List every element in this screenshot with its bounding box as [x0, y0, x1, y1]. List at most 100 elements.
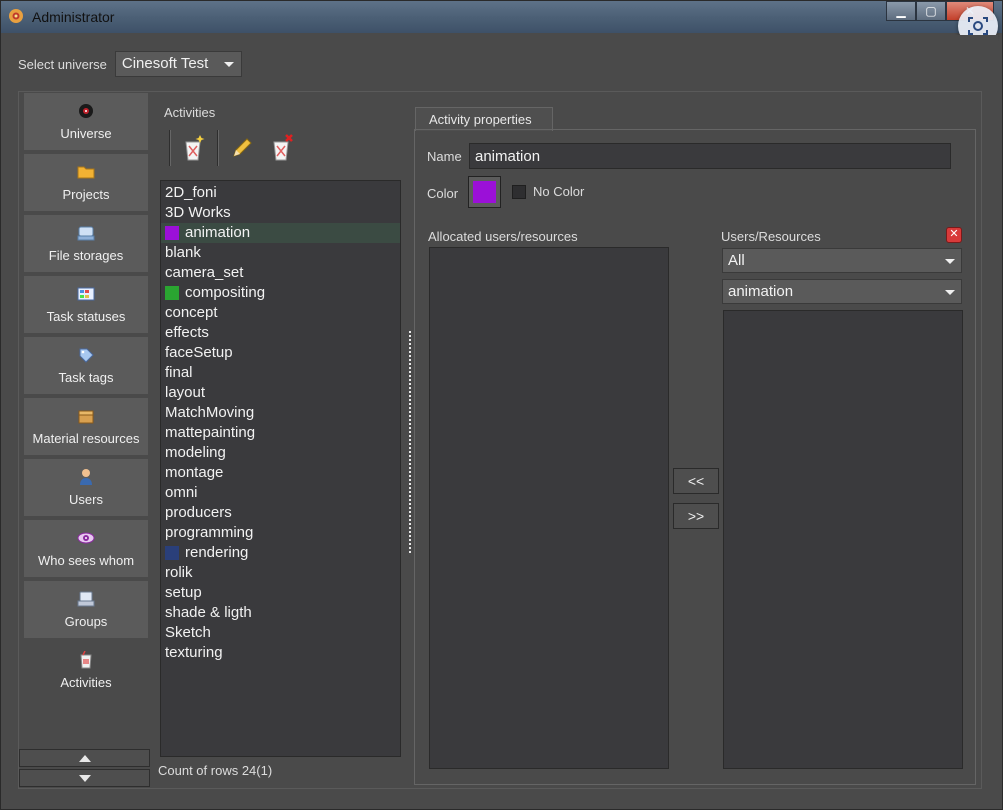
universe-select[interactable]: Cinesoft Test: [114, 51, 242, 77]
allocated-label: Allocated users/resources: [428, 229, 578, 244]
client-area: Select universe Cinesoft Test Universe P…: [5, 35, 998, 805]
sidebar-item-task-statuses[interactable]: Task statuses: [24, 276, 148, 337]
list-item-label: MatchMoving: [165, 404, 255, 421]
sidebar-item-activities[interactable]: Activities: [24, 642, 148, 703]
chevron-down-icon: [945, 290, 955, 295]
sidebar-item-material-resources[interactable]: Material resources: [24, 398, 148, 459]
list-item-label: compositing: [185, 284, 266, 301]
users-filter-select[interactable]: All: [722, 248, 962, 273]
activities-list[interactable]: 2D_foni 3D Works animation blank camera_setc…: [160, 180, 401, 757]
list-item[interactable]: setup: [161, 583, 400, 603]
list-item[interactable]: shade & ligth: [161, 603, 400, 623]
users-resources-list[interactable]: [723, 310, 963, 769]
list-item[interactable]: MatchMoving: [161, 403, 400, 423]
color-label: Color: [427, 186, 459, 201]
color-picker-button[interactable]: [468, 176, 501, 208]
activity-filter-select[interactable]: animation: [722, 279, 962, 304]
list-item-label: animation: [185, 224, 251, 241]
sidebar-item-file-storages[interactable]: File storages: [24, 215, 148, 276]
add-cup-icon: [185, 135, 205, 161]
list-item[interactable]: programming: [161, 523, 400, 543]
list-item-label: programming: [165, 524, 254, 541]
activity-color-swatch: [165, 546, 179, 560]
sidebar-item-label: Users: [69, 492, 103, 507]
activity-filter-value: animation: [728, 283, 794, 300]
universe-value: Cinesoft Test: [121, 55, 209, 72]
chevron-down-icon: [223, 62, 234, 67]
sidebar-item-universe[interactable]: Universe: [24, 93, 148, 154]
sidebar-item-users[interactable]: Users: [24, 459, 148, 520]
list-item[interactable]: modeling: [161, 443, 400, 463]
title-bar[interactable]: Administrator ▁ ▢ ✕: [1, 1, 1002, 46]
toolbar-separator: [217, 130, 219, 166]
no-color-label: No Color: [533, 184, 585, 199]
list-item[interactable]: blank: [161, 243, 400, 263]
list-item[interactable]: animation: [161, 223, 400, 243]
list-item-label: faceSetup: [165, 344, 233, 361]
minimize-icon: ▁: [896, 4, 906, 18]
sidebar-item-label: Task statuses: [46, 309, 126, 324]
name-input[interactable]: [469, 143, 951, 169]
sidebar-item-task-tags[interactable]: Task tags: [24, 337, 148, 398]
list-item[interactable]: final: [161, 363, 400, 383]
maximize-button[interactable]: ▢: [916, 1, 946, 21]
list-item[interactable]: Sketch: [161, 623, 400, 643]
list-item[interactable]: montage: [161, 463, 400, 483]
close-icon: ✕: [949, 228, 959, 240]
activity-cup-icon: [77, 651, 95, 669]
tag-icon: [77, 346, 95, 364]
list-item[interactable]: mattepainting: [161, 423, 400, 443]
user-icon: [77, 468, 95, 486]
sidebar-item-who-sees-whom[interactable]: Who sees whom: [24, 520, 148, 581]
window-title: Administrator: [32, 9, 115, 25]
sidebar-scroll-up-button[interactable]: [19, 749, 150, 767]
edit-activity-button[interactable]: [225, 131, 259, 165]
list-item[interactable]: faceSetup: [161, 343, 400, 363]
list-item-label: rolik: [165, 564, 193, 581]
splitter-handle[interactable]: [409, 331, 412, 553]
allocated-list[interactable]: [429, 247, 669, 769]
activity-color-swatch: [165, 226, 179, 240]
sidebar-item-groups[interactable]: Groups: [24, 581, 148, 642]
administrator-window: Administrator ▁ ▢ ✕ Select universe Cine…: [0, 0, 1003, 810]
sidebar-item-projects[interactable]: Projects: [24, 154, 148, 215]
universe-selector-row: Select universe Cinesoft Test: [18, 51, 242, 77]
list-item-label: omni: [165, 484, 198, 501]
sidebar-item-label: File storages: [48, 248, 124, 263]
storage-icon: [77, 224, 95, 242]
list-item[interactable]: effects: [161, 323, 400, 343]
list-item-label: camera_set: [165, 264, 244, 281]
tab-activity-properties[interactable]: Activity properties: [415, 107, 553, 131]
move-left-button[interactable]: <<: [673, 468, 719, 494]
minimize-button[interactable]: ▁: [886, 1, 916, 21]
no-color-checkbox[interactable]: [512, 184, 526, 199]
list-item[interactable]: compositing: [161, 283, 400, 303]
list-item[interactable]: layout: [161, 383, 400, 403]
list-item-label: 3D Works: [165, 204, 231, 221]
toolbar-separator: [169, 130, 171, 166]
name-label: Name: [427, 149, 462, 164]
list-item-label: concept: [165, 304, 218, 321]
list-item[interactable]: 3D Works: [161, 203, 400, 223]
list-item[interactable]: omni: [161, 483, 400, 503]
list-item-label: 2D_foni: [165, 184, 217, 201]
add-activity-button[interactable]: [177, 131, 211, 165]
list-item[interactable]: producers: [161, 503, 400, 523]
list-item-label: mattepainting: [165, 424, 256, 441]
list-item[interactable]: texturing: [161, 643, 400, 663]
sidebar-scroll-down-button[interactable]: [19, 769, 150, 787]
arrow-down-icon: [78, 774, 91, 782]
no-color-option[interactable]: No Color: [512, 184, 584, 199]
move-right-button[interactable]: >>: [673, 503, 719, 529]
list-item[interactable]: concept: [161, 303, 400, 323]
universe-icon: [77, 102, 95, 120]
activity-color-swatch: [165, 286, 179, 300]
list-item[interactable]: 2D_foni: [161, 183, 400, 203]
sidebar-item-label: Universe: [60, 126, 112, 141]
delete-activity-button[interactable]: [265, 131, 299, 165]
list-item[interactable]: rendering: [161, 543, 400, 563]
list-item[interactable]: camera_set: [161, 263, 400, 283]
clear-filter-button[interactable]: ✕: [946, 227, 962, 243]
groups-icon: [77, 590, 95, 608]
list-item[interactable]: rolik: [161, 563, 400, 583]
